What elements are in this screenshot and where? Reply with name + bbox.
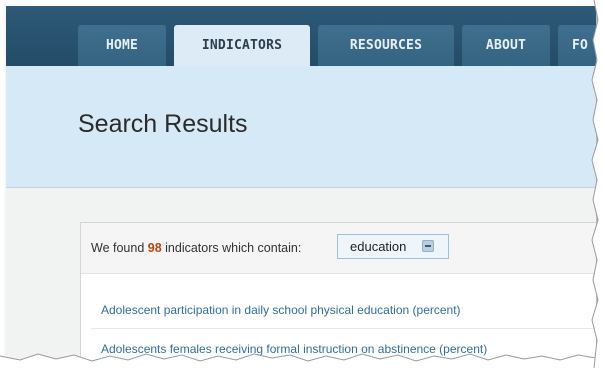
tab-home[interactable]: HOME (78, 25, 166, 66)
result-link[interactable]: Adolescent participation in daily school… (101, 303, 461, 317)
search-term-chip[interactable]: education (337, 234, 449, 259)
search-term-label: education (350, 239, 407, 254)
result-link[interactable]: Adolescents females receiving formal ins… (101, 342, 487, 356)
page-banner: Search Results (6, 66, 596, 188)
tab-indicators[interactable]: INDICATORS (174, 25, 310, 66)
summary-prefix: We found (91, 241, 148, 255)
result-divider (91, 328, 596, 329)
tab-about[interactable]: ABOUT (462, 25, 550, 66)
top-navigation: HOME INDICATORS RESOURCES ABOUT FO (6, 6, 596, 66)
summary-suffix: indicators which contain: (161, 241, 302, 255)
tab-partial[interactable]: FO (558, 25, 596, 66)
results-summary: We found 98 indicators which contain: (91, 241, 301, 255)
browser-frame: HOME INDICATORS RESOURCES ABOUT FO Searc… (6, 6, 597, 362)
tab-resources[interactable]: RESOURCES (318, 25, 454, 66)
page-title: Search Results (78, 110, 248, 138)
results-count: 98 (147, 241, 162, 255)
remove-icon[interactable] (422, 240, 434, 252)
search-results-panel: We found 98 indicators which contain: ed… (80, 222, 596, 362)
results-header: We found 98 indicators which contain: ed… (81, 223, 596, 274)
